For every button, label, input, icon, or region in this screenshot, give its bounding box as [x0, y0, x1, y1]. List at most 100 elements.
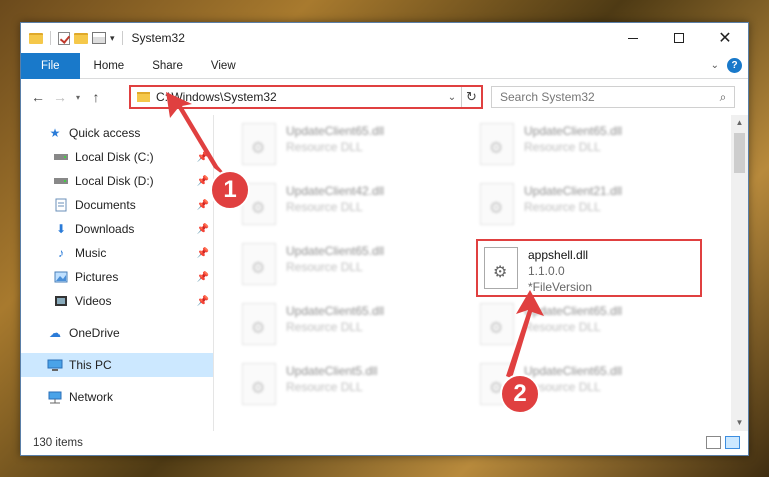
pin-icon[interactable]: 📌 — [197, 152, 209, 163]
cloud-icon: ☁ — [49, 326, 61, 340]
dll-file-icon — [242, 363, 276, 405]
minimize-button[interactable] — [610, 23, 656, 53]
toolbar-divider — [50, 31, 51, 45]
drive-icon — [53, 174, 69, 188]
file-item[interactable]: UpdateClient21.dll Resource DLL — [474, 177, 700, 231]
music-icon: ♪ — [58, 246, 64, 260]
back-button[interactable]: ← — [27, 89, 49, 105]
maximize-icon — [674, 33, 684, 43]
help-icon[interactable]: ? — [727, 58, 742, 73]
file-description: Resource DLL — [524, 320, 601, 334]
ribbon-controls: ⌄ ? — [711, 58, 742, 73]
pin-icon[interactable]: 📌 — [197, 272, 209, 283]
scroll-down-icon[interactable]: ▼ — [731, 415, 748, 431]
network-icon — [47, 390, 63, 404]
details-view-icon[interactable] — [706, 436, 721, 449]
sidebar-item-network[interactable]: Network — [21, 385, 213, 409]
file-item[interactable]: UpdateClient65.dll Resource DLL — [474, 297, 700, 351]
file-description: Resource DLL — [286, 200, 363, 214]
address-path[interactable]: C:\Windows\System32 — [156, 90, 443, 104]
large-icons-view-icon[interactable] — [725, 436, 740, 449]
file-item[interactable]: UpdateClient65.dll Resource DLL — [474, 117, 700, 171]
toolbar-divider — [121, 31, 123, 45]
file-item[interactable]: UpdateClient5.dll Resource DLL — [236, 357, 462, 411]
quick-access-toolbar: ▾ — [21, 31, 126, 45]
file-name: UpdateClient65.dll — [286, 244, 385, 258]
maximize-button[interactable] — [656, 23, 702, 53]
sidebar-item-quick-access[interactable]: ★ Quick access — [21, 121, 213, 145]
new-folder-icon[interactable] — [74, 32, 88, 44]
view-buttons — [706, 436, 740, 449]
sidebar-item-label: Network — [69, 390, 114, 404]
file-name: UpdateClient65.dll — [286, 124, 385, 138]
forward-button[interactable]: → — [49, 89, 71, 105]
status-bar: 130 items — [21, 431, 748, 455]
file-version-label: *FileVersion — [528, 280, 593, 294]
dll-file-icon — [480, 183, 514, 225]
customize-toolbar-icon[interactable] — [92, 32, 106, 44]
file-item[interactable]: UpdateClient42.dll Resource DLL — [236, 177, 462, 231]
dll-file-icon — [484, 247, 518, 289]
file-item[interactable]: UpdateClient65.dll Resource DLL — [236, 117, 462, 171]
sidebar-item-local-disk-c[interactable]: Local Disk (C:) 📌 — [21, 145, 213, 169]
tab-share[interactable]: Share — [138, 53, 197, 79]
tab-view[interactable]: View — [197, 53, 250, 79]
search-input[interactable]: Search System32 — [500, 90, 712, 104]
recent-locations-button[interactable]: ▾ — [71, 93, 85, 102]
sidebar-item-downloads[interactable]: ⬇ Downloads 📌 — [21, 217, 213, 241]
sidebar-item-label: Local Disk (C:) — [75, 150, 154, 164]
item-count: 130 items — [33, 437, 83, 449]
sidebar-item-label: OneDrive — [69, 326, 120, 340]
main-area: ★ Quick access Local Disk (C:) 📌 Local D… — [21, 115, 748, 431]
sidebar-item-pictures[interactable]: Pictures 📌 — [21, 265, 213, 289]
tab-home[interactable]: Home — [80, 53, 139, 79]
file-name: UpdateClient65.dll — [286, 304, 385, 318]
up-button[interactable]: ↑ — [85, 89, 107, 105]
pin-icon[interactable]: 📌 — [197, 200, 209, 211]
search-icon[interactable]: ⌕ — [712, 90, 734, 105]
file-item-appshell[interactable]: appshell.dll 1.1.0.0 *FileVersion — [476, 239, 702, 297]
pin-icon[interactable]: 📌 — [197, 248, 209, 259]
pin-icon[interactable]: 📌 — [197, 296, 209, 307]
properties-check-icon[interactable] — [58, 31, 70, 45]
refresh-button[interactable]: ↻ — [461, 87, 481, 107]
chevron-down-icon[interactable]: ⌄ — [711, 60, 719, 71]
videos-icon — [53, 294, 69, 308]
file-description: Resource DLL — [524, 200, 601, 214]
scroll-up-icon[interactable]: ▲ — [731, 115, 748, 131]
scrollbar-thumb[interactable] — [734, 133, 745, 173]
tab-file[interactable]: File — [21, 52, 80, 79]
chevron-down-icon[interactable]: ⌄ — [443, 92, 461, 103]
pin-icon[interactable]: 📌 — [197, 176, 209, 187]
file-item[interactable]: UpdateClient65.dll Resource DLL — [236, 297, 462, 351]
file-name: UpdateClient5.dll — [286, 364, 378, 378]
sidebar-item-music[interactable]: ♪ Music 📌 — [21, 241, 213, 265]
sidebar-item-label: Videos — [75, 294, 112, 308]
sidebar-item-this-pc[interactable]: This PC — [21, 353, 213, 377]
sidebar-item-local-disk-d[interactable]: Local Disk (D:) 📌 — [21, 169, 213, 193]
vertical-scrollbar[interactable]: ▲ ▼ — [731, 115, 748, 431]
sidebar-item-documents[interactable]: Documents 📌 — [21, 193, 213, 217]
file-list: UpdateClient65.dll Resource DLL UpdateCli… — [214, 115, 748, 431]
drive-icon — [53, 150, 69, 164]
sidebar-item-videos[interactable]: Videos 📌 — [21, 289, 213, 313]
search-box[interactable]: Search System32 ⌕ — [491, 86, 735, 108]
file-name: UpdateClient65.dll — [524, 124, 623, 138]
dll-file-icon — [242, 243, 276, 285]
file-item[interactable]: UpdateClient65.dll Resource DLL — [236, 237, 462, 291]
pin-icon[interactable]: 📌 — [197, 224, 209, 235]
window-controls: ✕ — [610, 23, 748, 53]
file-name: appshell.dll — [528, 248, 589, 262]
navigation-bar: ← → ▾ ↑ C:\Windows\System32 ⌄ ↻ Search S… — [21, 79, 748, 115]
dll-file-icon — [480, 123, 514, 165]
file-name: UpdateClient21.dll — [524, 184, 623, 198]
address-bar[interactable]: C:\Windows\System32 ⌄ ↻ — [129, 85, 483, 109]
file-description: Resource DLL — [286, 260, 363, 274]
sidebar-item-onedrive[interactable]: ☁ OneDrive — [21, 321, 213, 345]
close-button[interactable]: ✕ — [702, 23, 748, 53]
dll-file-icon — [242, 123, 276, 165]
chevron-down-icon[interactable]: ▾ — [110, 33, 115, 44]
sidebar-item-label: Pictures — [75, 270, 119, 284]
file-description: Resource DLL — [286, 140, 363, 154]
dll-file-icon — [242, 303, 276, 345]
